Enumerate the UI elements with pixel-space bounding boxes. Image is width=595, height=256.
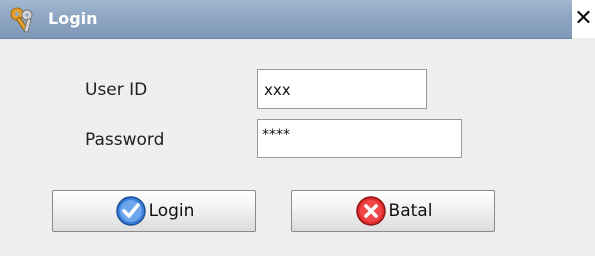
keys-icon [8, 6, 38, 34]
cancel-button[interactable]: Batal [291, 190, 495, 232]
check-circle-icon [115, 196, 146, 226]
cancel-button-label: Batal [388, 201, 433, 221]
user-id-field[interactable]: xxx [257, 69, 427, 109]
close-button[interactable]: ✕ [572, 0, 595, 38]
x-circle-icon [355, 196, 386, 226]
title-bar[interactable]: Login [0, 0, 572, 39]
close-icon[interactable]: ✕ [574, 6, 592, 31]
password-field[interactable]: **** [257, 119, 462, 158]
user-id-label: User ID [85, 80, 148, 100]
password-label: Password [85, 130, 165, 150]
login-button[interactable]: Login [52, 190, 256, 232]
window-title: Login [48, 9, 98, 28]
login-button-label: Login [148, 201, 195, 221]
